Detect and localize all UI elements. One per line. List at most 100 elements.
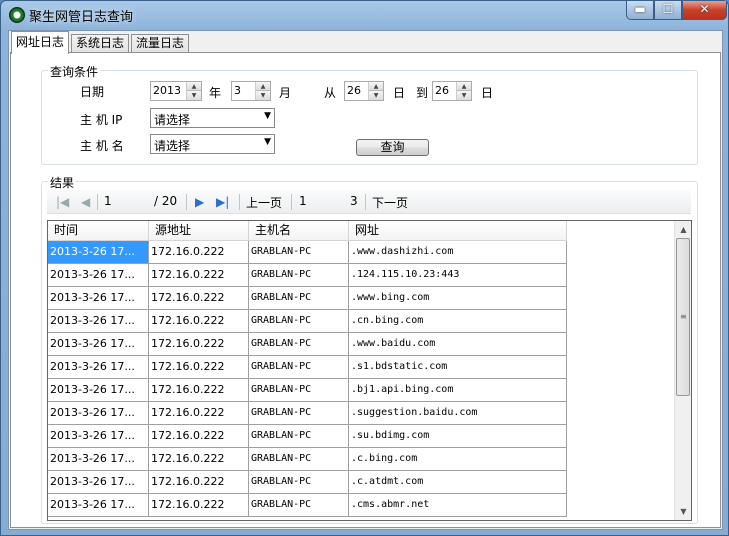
host-name-label: 主 机 名	[80, 139, 124, 153]
table-row[interactable]: 2013-3-26 17... 172.16.0.222 GRABLAN-PC .12…	[48, 264, 567, 287]
column-header-time[interactable]: 时间	[48, 221, 149, 241]
vertical-scrollbar[interactable]: ▲ ≡ ▼	[674, 221, 691, 520]
tab-panel-url-log: 查询条件 日期 2013 ▲ ▼ 年 3 ▲ ▼ 月 从 26 ▲ ▼ 日 到 …	[10, 52, 721, 528]
table-row[interactable]: 2013-3-26 17... 172.16.0.222 GRABLAN-PC .ww…	[48, 287, 567, 310]
scroll-down-icon[interactable]: ▼	[675, 503, 691, 520]
table-row[interactable]: 2013-3-26 17... 172.16.0.222 GRABLAN-PC .c.…	[48, 448, 567, 471]
client-area: 网址日志 系统日志 流量日志 查询条件 日期 2013 ▲ ▼ 年 3 ▲ ▼ …	[8, 30, 723, 530]
cell-time: 2013-3-26 17...	[48, 241, 149, 264]
table-row[interactable]: 2013-3-26 17... 172.16.0.222 GRABLAN-PC .su…	[48, 402, 567, 425]
column-header-url[interactable]: 网址	[349, 221, 567, 241]
tab-strip: 网址日志 系统日志 流量日志	[9, 31, 722, 54]
year-unit-label: 年	[209, 86, 222, 100]
day-from-up-icon[interactable]: ▲	[369, 82, 383, 91]
cell-source: 172.16.0.222	[149, 379, 249, 402]
cell-url: .cms.abmr.net	[349, 494, 567, 517]
cell-hostname: GRABLAN-PC	[249, 448, 349, 471]
cell-hostname: GRABLAN-PC	[249, 356, 349, 379]
title-bar[interactable]: 聚生网管日志查询 ▬ ☐ ✕	[1, 1, 728, 29]
table-row[interactable]: 2013-3-26 17... 172.16.0.222 GRABLAN-PC .bj…	[48, 379, 567, 402]
day-from-down-icon[interactable]: ▼	[369, 91, 383, 100]
page-count-label: 3	[350, 194, 358, 208]
cell-url: .c.atdmt.com	[349, 471, 567, 494]
results-table[interactable]: 时间 源地址 主机名 网址 2013-3-26 17... 172.16.0.22…	[47, 220, 692, 521]
cell-url: .su.bdimg.com	[349, 425, 567, 448]
cell-time: 2013-3-26 17...	[48, 471, 149, 494]
day-to-value: 26	[435, 84, 449, 97]
year-up-icon[interactable]: ▲	[187, 82, 201, 91]
table-row[interactable]: 2013-3-26 17... 172.16.0.222 GRABLAN-PC .su…	[48, 425, 567, 448]
minimize-icon: ▬	[634, 2, 646, 16]
cell-time: 2013-3-26 17...	[48, 264, 149, 287]
cell-hostname: GRABLAN-PC	[249, 379, 349, 402]
cell-time: 2013-3-26 17...	[48, 425, 149, 448]
table-row[interactable]: 2013-3-26 17... 172.16.0.222 GRABLAN-PC .cm…	[48, 494, 567, 517]
table-row[interactable]: 2013-3-26 17... 172.16.0.222 GRABLAN-PC .cn…	[48, 310, 567, 333]
tab-url-log[interactable]: 网址日志	[11, 31, 70, 54]
chevron-down-icon: ▼	[264, 111, 271, 121]
query-group: 查询条件 日期 2013 ▲ ▼ 年 3 ▲ ▼ 月 从 26 ▲ ▼ 日 到 …	[41, 63, 698, 165]
scroll-thumb[interactable]: ≡	[676, 238, 690, 396]
prev-page-icon[interactable]: ◀	[81, 195, 90, 209]
last-page-icon[interactable]: ▶|	[216, 195, 229, 209]
cell-source: 172.16.0.222	[149, 402, 249, 425]
cell-url: .www.bing.com	[349, 287, 567, 310]
next-page-button[interactable]: 下一页	[372, 194, 408, 211]
year-stepper[interactable]: 2013 ▲ ▼	[150, 81, 202, 101]
month-stepper[interactable]: 3 ▲ ▼	[231, 81, 271, 101]
search-button[interactable]: 查询	[356, 139, 429, 156]
table-row[interactable]: 2013-3-26 17... 172.16.0.222 GRABLAN-PC .ww…	[48, 241, 567, 264]
host-ip-select[interactable]: 请选择 ▼	[150, 108, 275, 128]
host-name-select[interactable]: 请选择 ▼	[150, 134, 275, 154]
cell-url: .124.115.10.23:443	[349, 264, 567, 287]
cell-hostname: GRABLAN-PC	[249, 425, 349, 448]
close-button[interactable]: ✕	[682, 1, 727, 20]
month-value: 3	[234, 84, 241, 97]
scroll-up-icon[interactable]: ▲	[675, 221, 691, 238]
cell-url: .www.dashizhi.com	[349, 241, 567, 264]
cell-hostname: GRABLAN-PC	[249, 264, 349, 287]
cell-time: 2013-3-26 17...	[48, 448, 149, 471]
month-down-icon[interactable]: ▼	[256, 91, 270, 100]
first-page-icon[interactable]: |◀	[56, 195, 69, 209]
table-row[interactable]: 2013-3-26 17... 172.16.0.222 GRABLAN-PC .s1…	[48, 356, 567, 379]
to-label: 到	[416, 86, 429, 100]
date-label: 日期	[80, 85, 105, 99]
cell-hostname: GRABLAN-PC	[249, 471, 349, 494]
current-page-input[interactable]: 1	[104, 194, 112, 208]
maximize-button[interactable]: ☐	[654, 1, 682, 20]
cell-time: 2013-3-26 17...	[48, 287, 149, 310]
day-to-stepper[interactable]: 26 ▲ ▼	[432, 81, 472, 101]
cell-url: .cn.bing.com	[349, 310, 567, 333]
cell-source: 172.16.0.222	[149, 425, 249, 448]
host-ip-value: 请选择	[154, 113, 191, 127]
year-down-icon[interactable]: ▼	[187, 91, 201, 100]
close-icon: ✕	[699, 2, 710, 16]
cell-hostname: GRABLAN-PC	[249, 333, 349, 356]
table-header: 时间 源地址 主机名 网址	[48, 221, 567, 241]
next-page-icon[interactable]: ▶	[195, 195, 204, 209]
tab-system-log[interactable]: 系统日志	[71, 34, 130, 53]
page-jump-input[interactable]: 1	[299, 194, 307, 208]
cell-time: 2013-3-26 17...	[48, 356, 149, 379]
results-group-legend: 结果	[48, 174, 77, 191]
month-up-icon[interactable]: ▲	[256, 82, 270, 91]
table-row[interactable]: 2013-3-26 17... 172.16.0.222 GRABLAN-PC .c.…	[48, 471, 567, 494]
day-to-up-icon[interactable]: ▲	[457, 82, 471, 91]
cell-url: .www.baidu.com	[349, 333, 567, 356]
table-row[interactable]: 2013-3-26 17... 172.16.0.222 GRABLAN-PC .ww…	[48, 333, 567, 356]
column-header-hostname[interactable]: 主机名	[249, 221, 349, 241]
host-ip-label: 主 机 IP	[80, 113, 123, 127]
minimize-button[interactable]: ▬	[626, 1, 654, 20]
prev-page-button[interactable]: 上一页	[246, 194, 282, 211]
column-header-source[interactable]: 源地址	[149, 221, 249, 241]
cell-url: .suggestion.baidu.com	[349, 402, 567, 425]
tab-traffic-log[interactable]: 流量日志	[131, 34, 190, 53]
from-label: 从	[324, 86, 337, 100]
cell-url: .c.bing.com	[349, 448, 567, 471]
cell-time: 2013-3-26 17...	[48, 333, 149, 356]
day-to-down-icon[interactable]: ▼	[457, 91, 471, 100]
results-group: 结果 |◀ ◀ 1 / 20 ▶ ▶| 上一页 1 3 下一页 时间 源地址 主…	[41, 174, 698, 524]
cell-time: 2013-3-26 17...	[48, 494, 149, 517]
day-from-stepper[interactable]: 26 ▲ ▼	[344, 81, 384, 101]
